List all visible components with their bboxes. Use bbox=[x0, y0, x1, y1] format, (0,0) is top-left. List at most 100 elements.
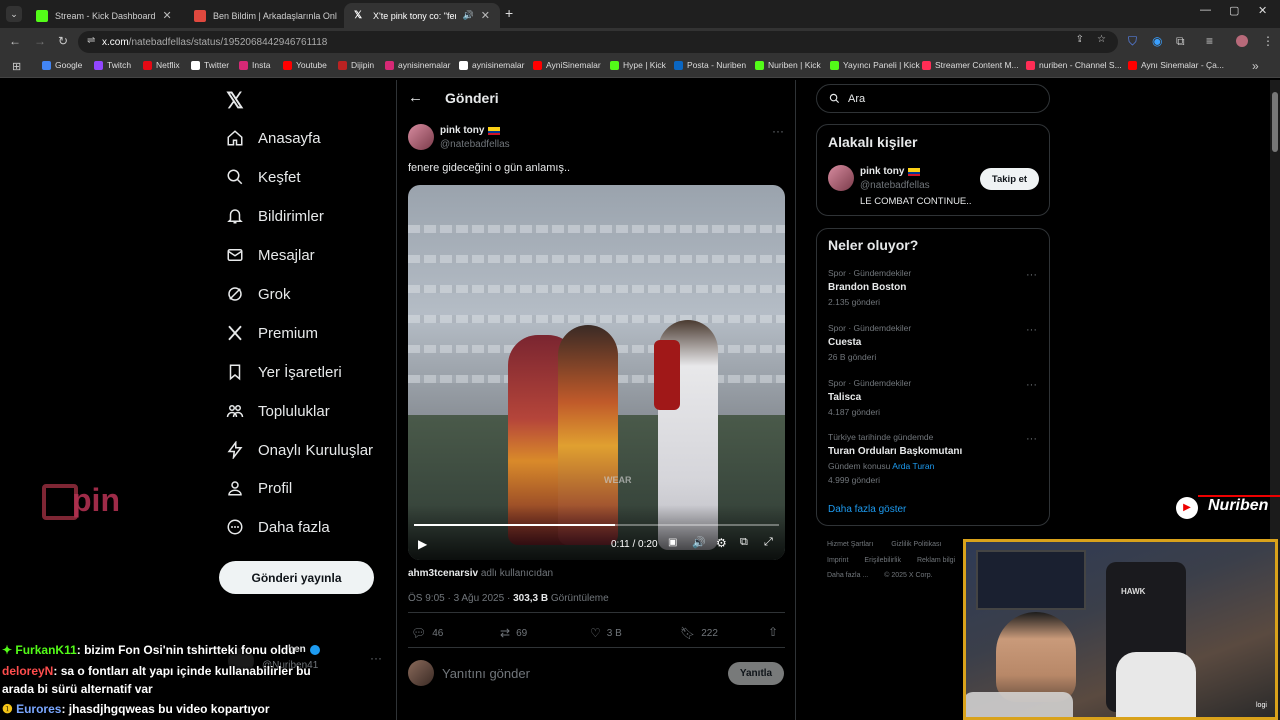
bookmark-star-icon[interactable]: ☆ bbox=[1097, 34, 1106, 45]
back-icon[interactable]: ← bbox=[9, 34, 21, 48]
scrollbar-thumb[interactable] bbox=[1272, 92, 1278, 152]
tab-ben-bildim[interactable]: Ben Bildim | Arkadaşlarınla Onl ✕ bbox=[184, 3, 340, 28]
reply-button[interactable]: Yanıtla bbox=[728, 662, 784, 685]
trend-more-icon[interactable]: ··· bbox=[1026, 433, 1037, 445]
tab-x-post[interactable]: 𝕏 X'te pink tony co: "fenere gi 🔊 ✕ bbox=[344, 3, 500, 28]
show-more-link[interactable]: Daha fazla göster bbox=[828, 504, 906, 515]
account-more-icon[interactable]: ··· bbox=[370, 651, 382, 665]
x-logo-icon[interactable]: 𝕏 bbox=[226, 88, 244, 114]
bookmark-item[interactable]: Insta bbox=[239, 60, 270, 70]
nav-grok[interactable]: Grok bbox=[226, 285, 291, 303]
settings-gear-icon[interactable]: ⚙ bbox=[716, 536, 727, 550]
nav-verified-orgs[interactable]: Onaylı Kuruluşlar bbox=[226, 441, 373, 459]
nav-notifications[interactable]: Bildirimler bbox=[226, 207, 324, 225]
related-name-row[interactable]: pink tony bbox=[860, 166, 921, 177]
bookmark-action[interactable]: 🔖︎ 222 bbox=[680, 626, 718, 640]
tab-kick-dashboard[interactable]: Stream - Kick Dashboard ✕ bbox=[26, 3, 180, 28]
trend-item[interactable]: Spor · Gündemdekiler Brandon Boston 2.13… bbox=[828, 268, 911, 307]
apps-grid-icon[interactable]: ⊞ bbox=[12, 60, 21, 73]
search-input[interactable]: Ara bbox=[816, 84, 1050, 113]
install-icon[interactable]: ⇪ bbox=[1076, 34, 1084, 45]
nav-bookmarks[interactable]: Yer İşaretleri bbox=[226, 363, 342, 381]
play-icon[interactable]: ▶ bbox=[418, 537, 427, 551]
reply-action[interactable]: 💬︎ 46 bbox=[411, 626, 443, 640]
more-bookmarks-icon[interactable]: » bbox=[1252, 59, 1259, 73]
close-icon[interactable]: ✕ bbox=[481, 9, 490, 22]
bookmark-item[interactable]: Youtube bbox=[283, 60, 327, 70]
bookmark-item[interactable]: Streamer Content M... bbox=[922, 60, 1019, 70]
author-handle[interactable]: @natebadfellas bbox=[440, 139, 510, 150]
reload-icon[interactable]: ↻ bbox=[58, 34, 68, 48]
fullscreen-icon[interactable]: ⤢ bbox=[764, 536, 773, 549]
post-video[interactable]: WEAR ▶ 0:11 / 0:20 ▣ 🔊 ⚙ ⧉ ⤢ bbox=[408, 185, 785, 560]
bookmark-item[interactable]: Twitter bbox=[191, 60, 229, 70]
maximize-button[interactable]: ▢ bbox=[1229, 4, 1239, 17]
author-name-row[interactable]: pink tony bbox=[440, 125, 501, 136]
nav-explore[interactable]: Keşfet bbox=[226, 168, 301, 186]
bookmark-item[interactable]: aynisinemalar bbox=[385, 60, 450, 70]
source-user[interactable]: ahm3tcenarsiv bbox=[408, 568, 478, 579]
footer-link[interactable]: Daha fazla ... bbox=[827, 572, 868, 579]
like-action[interactable]: ♡ 3 B bbox=[590, 626, 622, 640]
bookmark-item[interactable]: aynisinemalar bbox=[459, 60, 524, 70]
bookmark-item[interactable]: Hype | Kick bbox=[610, 60, 666, 70]
extension-icon[interactable]: ◉ bbox=[1152, 34, 1162, 48]
repost-action[interactable]: ⇄ 69 bbox=[500, 626, 527, 640]
footer-link[interactable]: Erişilebilirlik bbox=[864, 557, 901, 564]
trend-item[interactable]: Spor · Gündemdekiler Talisca 4.187 gönde… bbox=[828, 378, 911, 417]
trend-item[interactable]: Türkiye tarihinde gündemde Turan Ordular… bbox=[828, 432, 962, 485]
post-more-icon[interactable]: ··· bbox=[772, 124, 784, 138]
more-vert-icon[interactable]: ⋮ bbox=[1262, 34, 1274, 48]
address-bar[interactable]: ⇌ x.com/natebadfellas/status/19520684429… bbox=[78, 31, 1118, 53]
trend-more-icon[interactable]: ··· bbox=[1026, 379, 1037, 391]
footer-link[interactable]: Hizmet Şartları bbox=[827, 541, 873, 548]
post-button[interactable]: Gönderi yayınla bbox=[219, 561, 374, 594]
footer-link[interactable]: Gizlilik Politikası bbox=[891, 541, 941, 548]
close-window-button[interactable]: ✕ bbox=[1258, 4, 1267, 17]
trend-link[interactable]: Arda Turan bbox=[892, 461, 934, 471]
bookmark-item[interactable]: Google bbox=[42, 60, 82, 70]
bookmark-item[interactable]: Netflix bbox=[143, 60, 180, 70]
footer-link[interactable]: Reklam bilgi bbox=[917, 557, 955, 564]
site-info-icon[interactable]: ⇌ bbox=[87, 35, 95, 46]
nav-premium[interactable]: Premium bbox=[226, 324, 318, 342]
extensions-puzzle-icon[interactable]: ⧉ bbox=[1176, 34, 1185, 49]
trend-more-icon[interactable]: ··· bbox=[1026, 324, 1037, 336]
bookmark-item[interactable]: nuriben - Channel S... bbox=[1026, 60, 1122, 70]
nav-profile[interactable]: Profil bbox=[226, 479, 292, 497]
minimize-button[interactable]: — bbox=[1200, 4, 1211, 16]
bookmark-item[interactable]: Yayıncı Paneli | Kick bbox=[830, 60, 920, 70]
menu-icon[interactable]: ≡ bbox=[1206, 34, 1213, 48]
bookmark-item[interactable]: Dijipin bbox=[338, 60, 374, 70]
video-progress-track[interactable] bbox=[414, 524, 779, 526]
bookmark-item[interactable]: Nuriben | Kick bbox=[755, 60, 821, 70]
tab-search-button[interactable]: ⌄ bbox=[6, 6, 22, 22]
shield-extension-icon[interactable]: ⛉ bbox=[1128, 34, 1137, 49]
gif-icon[interactable]: ▣ bbox=[668, 537, 677, 548]
footer-link[interactable]: Imprint bbox=[827, 557, 848, 564]
author-avatar[interactable] bbox=[408, 124, 434, 150]
trend-more-icon[interactable]: ··· bbox=[1026, 269, 1037, 281]
nav-communities[interactable]: Topluluklar bbox=[226, 402, 330, 420]
volume-icon[interactable]: 🔊 bbox=[692, 536, 706, 549]
back-arrow-icon[interactable]: ← bbox=[408, 89, 423, 106]
nav-more[interactable]: Daha fazla bbox=[226, 518, 330, 536]
new-tab-button[interactable]: + bbox=[505, 5, 513, 21]
close-icon[interactable]: ✕ bbox=[163, 9, 172, 22]
audio-playing-icon[interactable]: 🔊 bbox=[463, 10, 474, 21]
trend-item[interactable]: Spor · Gündemdekiler Cuesta 26 B gönderi bbox=[828, 323, 911, 362]
bookmark-item[interactable]: AyniSinemalar bbox=[533, 60, 601, 70]
forward-icon[interactable]: → bbox=[34, 34, 46, 48]
profile-avatar[interactable] bbox=[1236, 35, 1248, 47]
follow-button[interactable]: Takip et bbox=[980, 168, 1039, 190]
bookmark-item[interactable]: Posta - Nuriben bbox=[674, 60, 746, 70]
share-icon[interactable]: ⇧ bbox=[768, 625, 778, 639]
bookmark-item[interactable]: Aynı Sinemalar - Ça... bbox=[1128, 60, 1224, 70]
related-handle[interactable]: @natebadfellas bbox=[860, 180, 930, 191]
post-timestamp[interactable]: ÖS 9:05 · 3 Ağu 2025 · bbox=[408, 593, 510, 604]
reply-input[interactable]: Yanıtını gönder bbox=[442, 666, 530, 681]
nav-messages[interactable]: Mesajlar bbox=[226, 246, 315, 264]
bookmark-item[interactable]: Twitch bbox=[94, 60, 131, 70]
nav-home[interactable]: Anasayfa bbox=[226, 129, 321, 147]
related-avatar[interactable] bbox=[828, 165, 854, 191]
